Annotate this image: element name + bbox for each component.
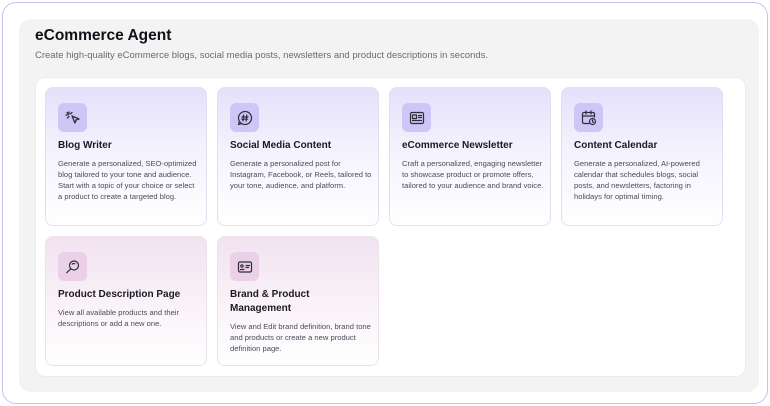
- card-brand-product-management[interactable]: Brand & Product Management View and Edit…: [217, 236, 379, 366]
- page-subtitle: Create high-quality eCommerce blogs, soc…: [35, 50, 489, 61]
- card-ecommerce-newsletter[interactable]: eCommerce Newsletter Craft a personalize…: [389, 87, 551, 226]
- card-title: eCommerce Newsletter: [402, 140, 513, 151]
- card-description: Generate a personalized post for Instagr…: [230, 159, 372, 190]
- card-description: View and Edit brand definition, brand to…: [230, 322, 371, 353]
- cursor-click-icon: [58, 103, 87, 132]
- brand-card-icon: [230, 252, 259, 281]
- tools-grid: Blog Writer Generate a personalized, SEO…: [35, 77, 746, 377]
- card-blog-writer[interactable]: Blog Writer Generate a personalized, SEO…: [45, 87, 207, 226]
- agent-panel: eCommerce Agent Create high-quality eCom…: [19, 19, 759, 392]
- card-description: Craft a personalized, engaging newslette…: [402, 159, 544, 190]
- card-description: Generate a personalized, SEO-optimized b…: [58, 159, 197, 201]
- card-title: Blog Writer: [58, 140, 112, 151]
- card-title: Content Calendar: [574, 140, 658, 151]
- card-title: Product Description Page: [58, 289, 181, 300]
- page-title: eCommerce Agent: [35, 27, 172, 44]
- card-title: Brand & Product Management: [230, 289, 310, 314]
- card-description: View all available products and their de…: [58, 308, 180, 328]
- card-content-calendar[interactable]: Content Calendar Generate a personalized…: [561, 87, 723, 226]
- card-title: Social Media Content: [230, 140, 332, 151]
- product-search-icon: [58, 252, 87, 281]
- card-product-description-page[interactable]: Product Description Page View all availa…: [45, 236, 207, 366]
- card-description: Generate a personalized, AI-powered cale…: [574, 159, 700, 201]
- app-frame: eCommerce Agent Create high-quality eCom…: [2, 2, 768, 404]
- hashtag-chat-icon: [230, 103, 259, 132]
- newsletter-icon: [402, 103, 431, 132]
- calendar-clock-icon: [574, 103, 603, 132]
- card-social-media-content[interactable]: Social Media Content Generate a personal…: [217, 87, 379, 226]
